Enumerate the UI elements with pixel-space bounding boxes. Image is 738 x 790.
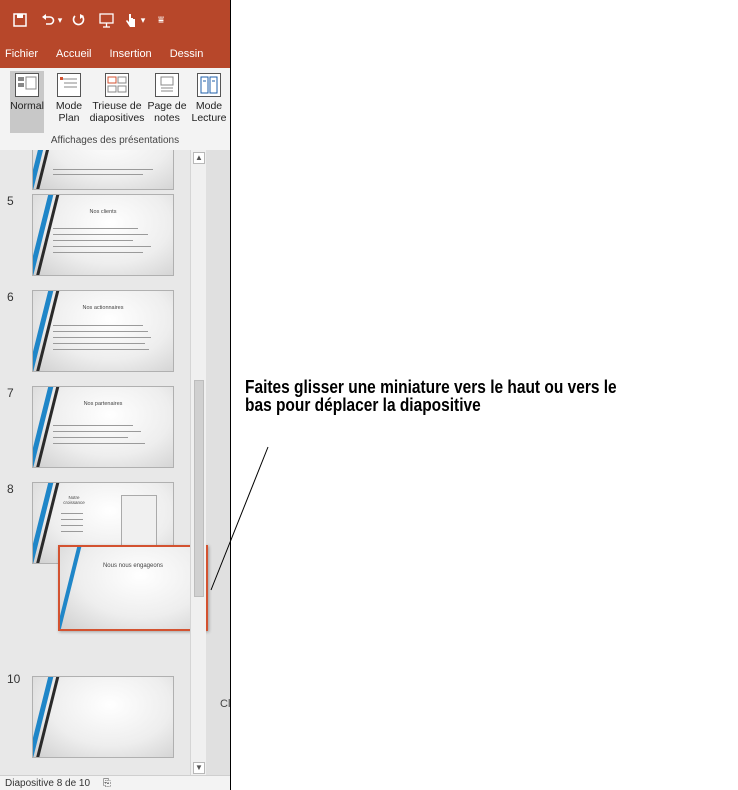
reading-view-icon xyxy=(197,73,221,97)
slide-title: Nos clients xyxy=(89,209,117,215)
slide-title: Nos actionnaires xyxy=(82,305,124,311)
slide-sorter-icon xyxy=(105,73,129,97)
partial-edge-text: Cl xyxy=(220,698,231,710)
save-icon[interactable] xyxy=(12,10,28,30)
notes-page-label-1: Page de xyxy=(147,100,187,112)
scroll-down-arrow-icon[interactable]: ▼ xyxy=(193,762,205,774)
outline-view-label-1: Mode xyxy=(55,100,83,112)
slide-text-line xyxy=(53,174,143,175)
notes-page-icon xyxy=(155,73,179,97)
present-from-start-icon[interactable] xyxy=(98,10,114,30)
slide-text-line xyxy=(53,246,151,247)
tab-accueil[interactable]: Accueil xyxy=(56,48,91,60)
slide-number: 10 xyxy=(7,672,21,686)
reading-view-label-1: Mode xyxy=(195,100,223,112)
outline-view-icon xyxy=(57,73,81,97)
touch-mode-dropdown[interactable]: ▾ xyxy=(138,10,148,30)
reading-view-button[interactable]: Mode Lecture xyxy=(190,71,228,133)
tab-fichier[interactable]: Fichier xyxy=(5,48,38,60)
callout-line-1: Faites glisser une miniature vers le hau… xyxy=(245,377,617,397)
scrollbar-thumb[interactable] xyxy=(194,380,204,597)
slide-text-line xyxy=(53,437,128,438)
normal-view-label: Normal xyxy=(10,100,44,112)
slide-text-line xyxy=(61,519,83,520)
notes-page-button[interactable]: Page de notes xyxy=(146,71,188,133)
tab-dessin[interactable]: Dessin xyxy=(170,48,204,60)
slide-number: 7 xyxy=(7,386,14,400)
thumbnail-scrollbar[interactable]: ▲ ▼ xyxy=(190,150,206,775)
tab-insertion[interactable]: Insertion xyxy=(109,48,151,60)
slide-text-line xyxy=(61,513,83,514)
normal-view-icon xyxy=(15,73,39,97)
slide-number: 5 xyxy=(7,194,14,208)
slide-text-line xyxy=(53,425,133,426)
slide-text-line xyxy=(53,252,143,253)
slide-text-line xyxy=(53,431,141,432)
callout-line-2: bas pour déplacer la diapositive xyxy=(245,395,481,415)
slide-thumbnail[interactable] xyxy=(32,676,174,758)
normal-view-button[interactable]: Normal xyxy=(10,71,44,133)
slide-counter: Diapositive 8 de 10 xyxy=(5,778,91,789)
status-bar: Diapositive 8 de 10 ⎘ xyxy=(0,775,230,790)
slide-thumbnail-pane[interactable]: 5 Nos clients 6 Nos actionnaires 7 Nos p… xyxy=(0,150,205,770)
slide-number: 8 xyxy=(7,482,14,496)
slide-thumbnail[interactable]: Nos actionnaires xyxy=(32,290,174,372)
slide-text-line xyxy=(53,337,151,338)
slide-text-line xyxy=(53,169,153,170)
ribbon-group-label: Affichages des présentations xyxy=(50,135,180,146)
slide-text-line xyxy=(61,531,83,532)
touch-mode-icon[interactable] xyxy=(124,10,138,30)
ribbon-tabs: Fichier Accueil Insertion Dessin xyxy=(0,40,230,68)
slide-text-line xyxy=(61,525,83,526)
slide-text-line xyxy=(53,234,148,235)
ribbon-panel: Normal Mode Plan Trieuse de diapositives… xyxy=(0,68,230,151)
slide-sorter-label-2: diapositives xyxy=(89,112,145,124)
outline-view-button[interactable]: Mode Plan xyxy=(53,71,85,133)
slide-text-line xyxy=(53,228,138,229)
slide-text-line xyxy=(53,240,133,241)
slide-thumbnail[interactable] xyxy=(32,150,174,190)
slide-thumbnail[interactable]: Nos partenaires xyxy=(32,386,174,468)
undo-dropdown[interactable]: ▾ xyxy=(56,10,64,30)
slide-title: Nous nous engageons xyxy=(102,563,164,569)
powerpoint-window: ▾ ▾ ⩸ Fichier Accueil Insertion Dessin N… xyxy=(0,0,231,790)
slide-text-line xyxy=(53,343,145,344)
reading-view-label-2: Lecture xyxy=(191,112,227,124)
slide-text-line xyxy=(53,325,143,326)
slide-text-line xyxy=(53,349,149,350)
notes-page-label-2: notes xyxy=(154,112,180,124)
slide-text-line xyxy=(53,443,145,444)
dragged-slide-thumbnail[interactable]: Nous nous engageons xyxy=(58,545,208,631)
scroll-up-arrow-icon[interactable]: ▲ xyxy=(193,152,205,164)
customize-toolbar-icon[interactable]: ⩸ xyxy=(156,10,166,30)
slide-accent-stripe xyxy=(60,547,86,629)
undo-icon[interactable] xyxy=(40,10,56,30)
slide-text-line xyxy=(53,331,148,332)
slide-thumbnail[interactable]: Nos clients xyxy=(32,194,174,276)
callout-annotation: Faites glisser une miniature vers le hau… xyxy=(245,378,669,414)
slide-title: Nos partenaires xyxy=(83,401,123,407)
outline-view-label-2: Plan xyxy=(58,112,80,124)
slide-sorter-button[interactable]: Trieuse de diapositives xyxy=(88,71,146,133)
editing-area-edge: Cl xyxy=(205,150,230,775)
quick-access-toolbar: ▾ ▾ ⩸ xyxy=(0,0,230,40)
slide-sorter-label-1: Trieuse de xyxy=(92,100,142,112)
redo-icon[interactable] xyxy=(70,10,86,30)
notes-icon[interactable]: ⎘ xyxy=(103,778,111,789)
slide-title: Notre croissance xyxy=(63,495,85,505)
slide-number: 6 xyxy=(7,290,14,304)
